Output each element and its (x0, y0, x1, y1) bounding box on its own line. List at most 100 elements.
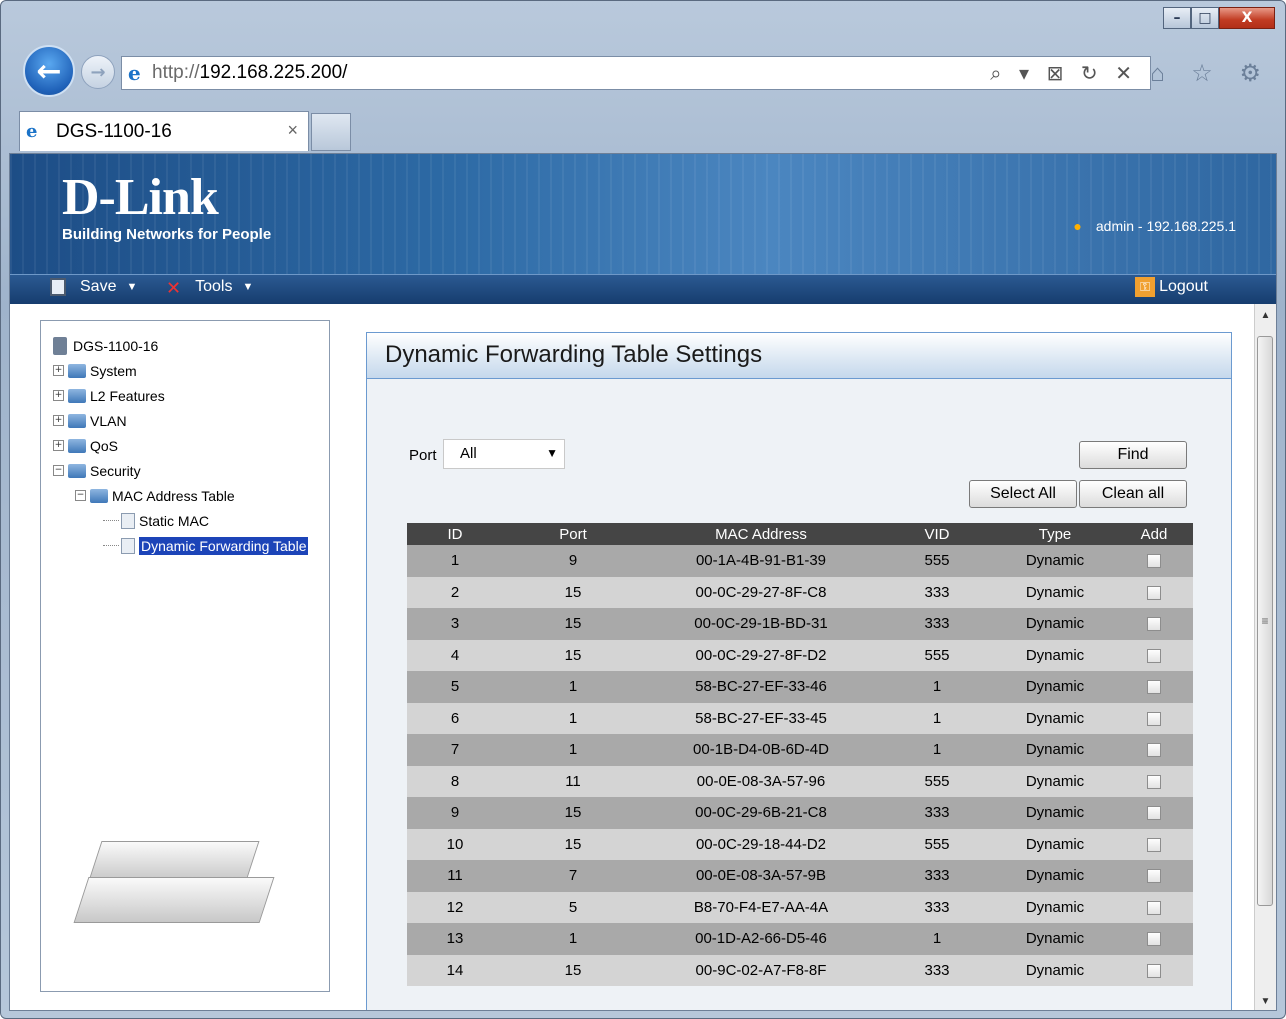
page-icon (121, 512, 135, 529)
switch-bottom-unit (73, 877, 275, 923)
table-body: 1 9 00-1A-4B-91-B1-39 555 Dynamic 2 15 00-0C-29… (407, 545, 1193, 986)
table-cell: Dynamic (995, 797, 1115, 829)
tree-item-security[interactable]: − Security (53, 458, 308, 483)
add-checkbox[interactable] (1147, 963, 1161, 978)
column-header: Port (503, 523, 643, 545)
chevron-down-icon: ▼ (546, 446, 558, 460)
add-cell (1115, 828, 1193, 860)
page-viewport: D-Link Building Networks for People ● ad… (9, 153, 1277, 1011)
save-icon (50, 278, 66, 296)
expand-icon[interactable]: + (53, 390, 64, 401)
navigation-bar: ← → e http://192.168.225.200/ ⌕ ▾ ⊠ ↻ ✕ … (1, 45, 1285, 105)
tree-item-l2-features[interactable]: + L2 Features (53, 383, 308, 408)
close-button[interactable]: X (1219, 7, 1275, 29)
add-checkbox[interactable] (1147, 806, 1161, 821)
add-checkbox[interactable] (1147, 932, 1161, 947)
tree-item-mac-address-table[interactable]: − MAC Address Table (53, 483, 308, 508)
tree-item-static-mac[interactable]: Static MAC (53, 508, 308, 533)
table-cell: 1 (503, 702, 643, 734)
tree-item-vlan[interactable]: + VLAN (53, 408, 308, 433)
add-cell (1115, 797, 1193, 829)
find-button[interactable]: Find (1079, 441, 1187, 469)
tab-dgs[interactable]: e DGS-1100-16 × (19, 111, 309, 151)
add-checkbox[interactable] (1147, 900, 1161, 915)
table-cell: 555 (879, 828, 995, 860)
table-cell: 15 (503, 828, 643, 860)
user-label: admin - 192.168.225.1 (1095, 218, 1236, 234)
add-cell (1115, 545, 1193, 577)
table-cell: 7 (407, 734, 503, 766)
table-cell: 6 (407, 702, 503, 734)
add-checkbox[interactable] (1147, 743, 1161, 758)
new-tab-button[interactable] (311, 113, 351, 151)
add-checkbox[interactable] (1147, 711, 1161, 726)
expand-icon[interactable]: + (53, 440, 64, 451)
table-cell: 1 (879, 671, 995, 703)
tree-item-dynamic-forwarding-table[interactable]: Dynamic Forwarding Table (53, 533, 309, 558)
table-cell: 00-1D-A2-66-D5-46 (643, 923, 879, 955)
table-cell: 333 (879, 891, 995, 923)
table-cell: Dynamic (995, 639, 1115, 671)
address-bar[interactable]: e http://192.168.225.200/ ⌕ ▾ ⊠ ↻ ✕ (121, 56, 1151, 90)
logout-link[interactable]: ⚿ Logout (1135, 277, 1208, 297)
browser-tool-icons[interactable]: ⌂ ☆ ⚙ (1150, 59, 1271, 88)
table-cell: 58-BC-27-EF-33-46 (643, 671, 879, 703)
scrollbar-thumb[interactable]: ≡ (1257, 336, 1273, 906)
table-cell: 15 (503, 954, 643, 986)
column-header: MAC Address (643, 523, 879, 545)
table-cell: 11 (503, 765, 643, 797)
vertical-scrollbar[interactable]: ▲ ≡ ▼ (1254, 304, 1276, 1010)
table-cell: 333 (879, 860, 995, 892)
table-row: 2 15 00-0C-29-27-8F-C8 333 Dynamic (407, 576, 1193, 608)
table-cell: 1 (407, 545, 503, 577)
port-select[interactable]: All ▼ (443, 439, 565, 469)
table-row: 13 1 00-1D-A2-66-D5-46 1 Dynamic (407, 923, 1193, 955)
select-all-button[interactable]: Select All (969, 480, 1077, 508)
tree-root[interactable]: DGS-1100-16 (53, 333, 308, 358)
collapse-icon[interactable]: − (53, 465, 64, 476)
tree-connector (103, 520, 119, 521)
scroll-down-icon[interactable]: ▼ (1255, 990, 1276, 1010)
add-checkbox[interactable] (1147, 837, 1161, 852)
add-checkbox[interactable] (1147, 680, 1161, 695)
expand-icon[interactable]: + (53, 365, 64, 376)
tab-close-icon[interactable]: × (287, 120, 298, 141)
table-cell: Dynamic (995, 734, 1115, 766)
table-cell: 1 (503, 671, 643, 703)
column-header: ID (407, 523, 503, 545)
table-cell: 15 (503, 639, 643, 671)
table-row: 14 15 00-9C-02-A7-F8-8F 333 Dynamic (407, 954, 1193, 986)
table-header-row: ID Port MAC Address VID Type Add (407, 523, 1193, 545)
expand-icon[interactable]: + (53, 415, 64, 426)
add-checkbox[interactable] (1147, 869, 1161, 884)
add-checkbox[interactable] (1147, 554, 1161, 569)
back-arrow-icon[interactable]: ← (23, 45, 75, 97)
minimize-button[interactable]: – (1163, 7, 1191, 29)
tree-item-qos[interactable]: + QoS (53, 433, 308, 458)
table-cell: Dynamic (995, 702, 1115, 734)
add-checkbox[interactable] (1147, 617, 1161, 632)
maximize-button[interactable]: □ (1191, 7, 1219, 29)
table-cell: B8-70-F4-E7-AA-4A (643, 891, 879, 923)
table-row: 9 15 00-0C-29-6B-21-C8 333 Dynamic (407, 797, 1193, 829)
table-row: 3 15 00-0C-29-1B-BD-31 333 Dynamic (407, 608, 1193, 640)
save-menu[interactable]: Save ▼ (50, 278, 137, 296)
dlink-banner: D-Link Building Networks for People ● ad… (10, 154, 1276, 274)
tools-menu[interactable]: ✕ Tools ▼ (166, 278, 253, 298)
scroll-up-icon[interactable]: ▲ (1255, 304, 1276, 326)
table-cell: 7 (503, 860, 643, 892)
collapse-icon[interactable]: − (75, 490, 86, 501)
table-cell: Dynamic (995, 765, 1115, 797)
add-checkbox[interactable] (1147, 648, 1161, 663)
address-bar-icons[interactable]: ⌕ ▾ ⊠ ↻ ✕ (990, 61, 1138, 86)
switch-top-unit (88, 841, 260, 881)
tree-item-label: MAC Address Table (112, 487, 235, 504)
forward-arrow-icon[interactable]: → (81, 55, 115, 89)
tree-item-system[interactable]: + System (53, 358, 308, 383)
clean-all-button[interactable]: Clean all (1079, 480, 1187, 508)
url-host: 192.168.225.200/ (199, 62, 348, 83)
table-cell: 2 (407, 576, 503, 608)
add-checkbox[interactable] (1147, 774, 1161, 789)
add-checkbox[interactable] (1147, 585, 1161, 600)
logo-tagline: Building Networks for People (62, 226, 272, 243)
